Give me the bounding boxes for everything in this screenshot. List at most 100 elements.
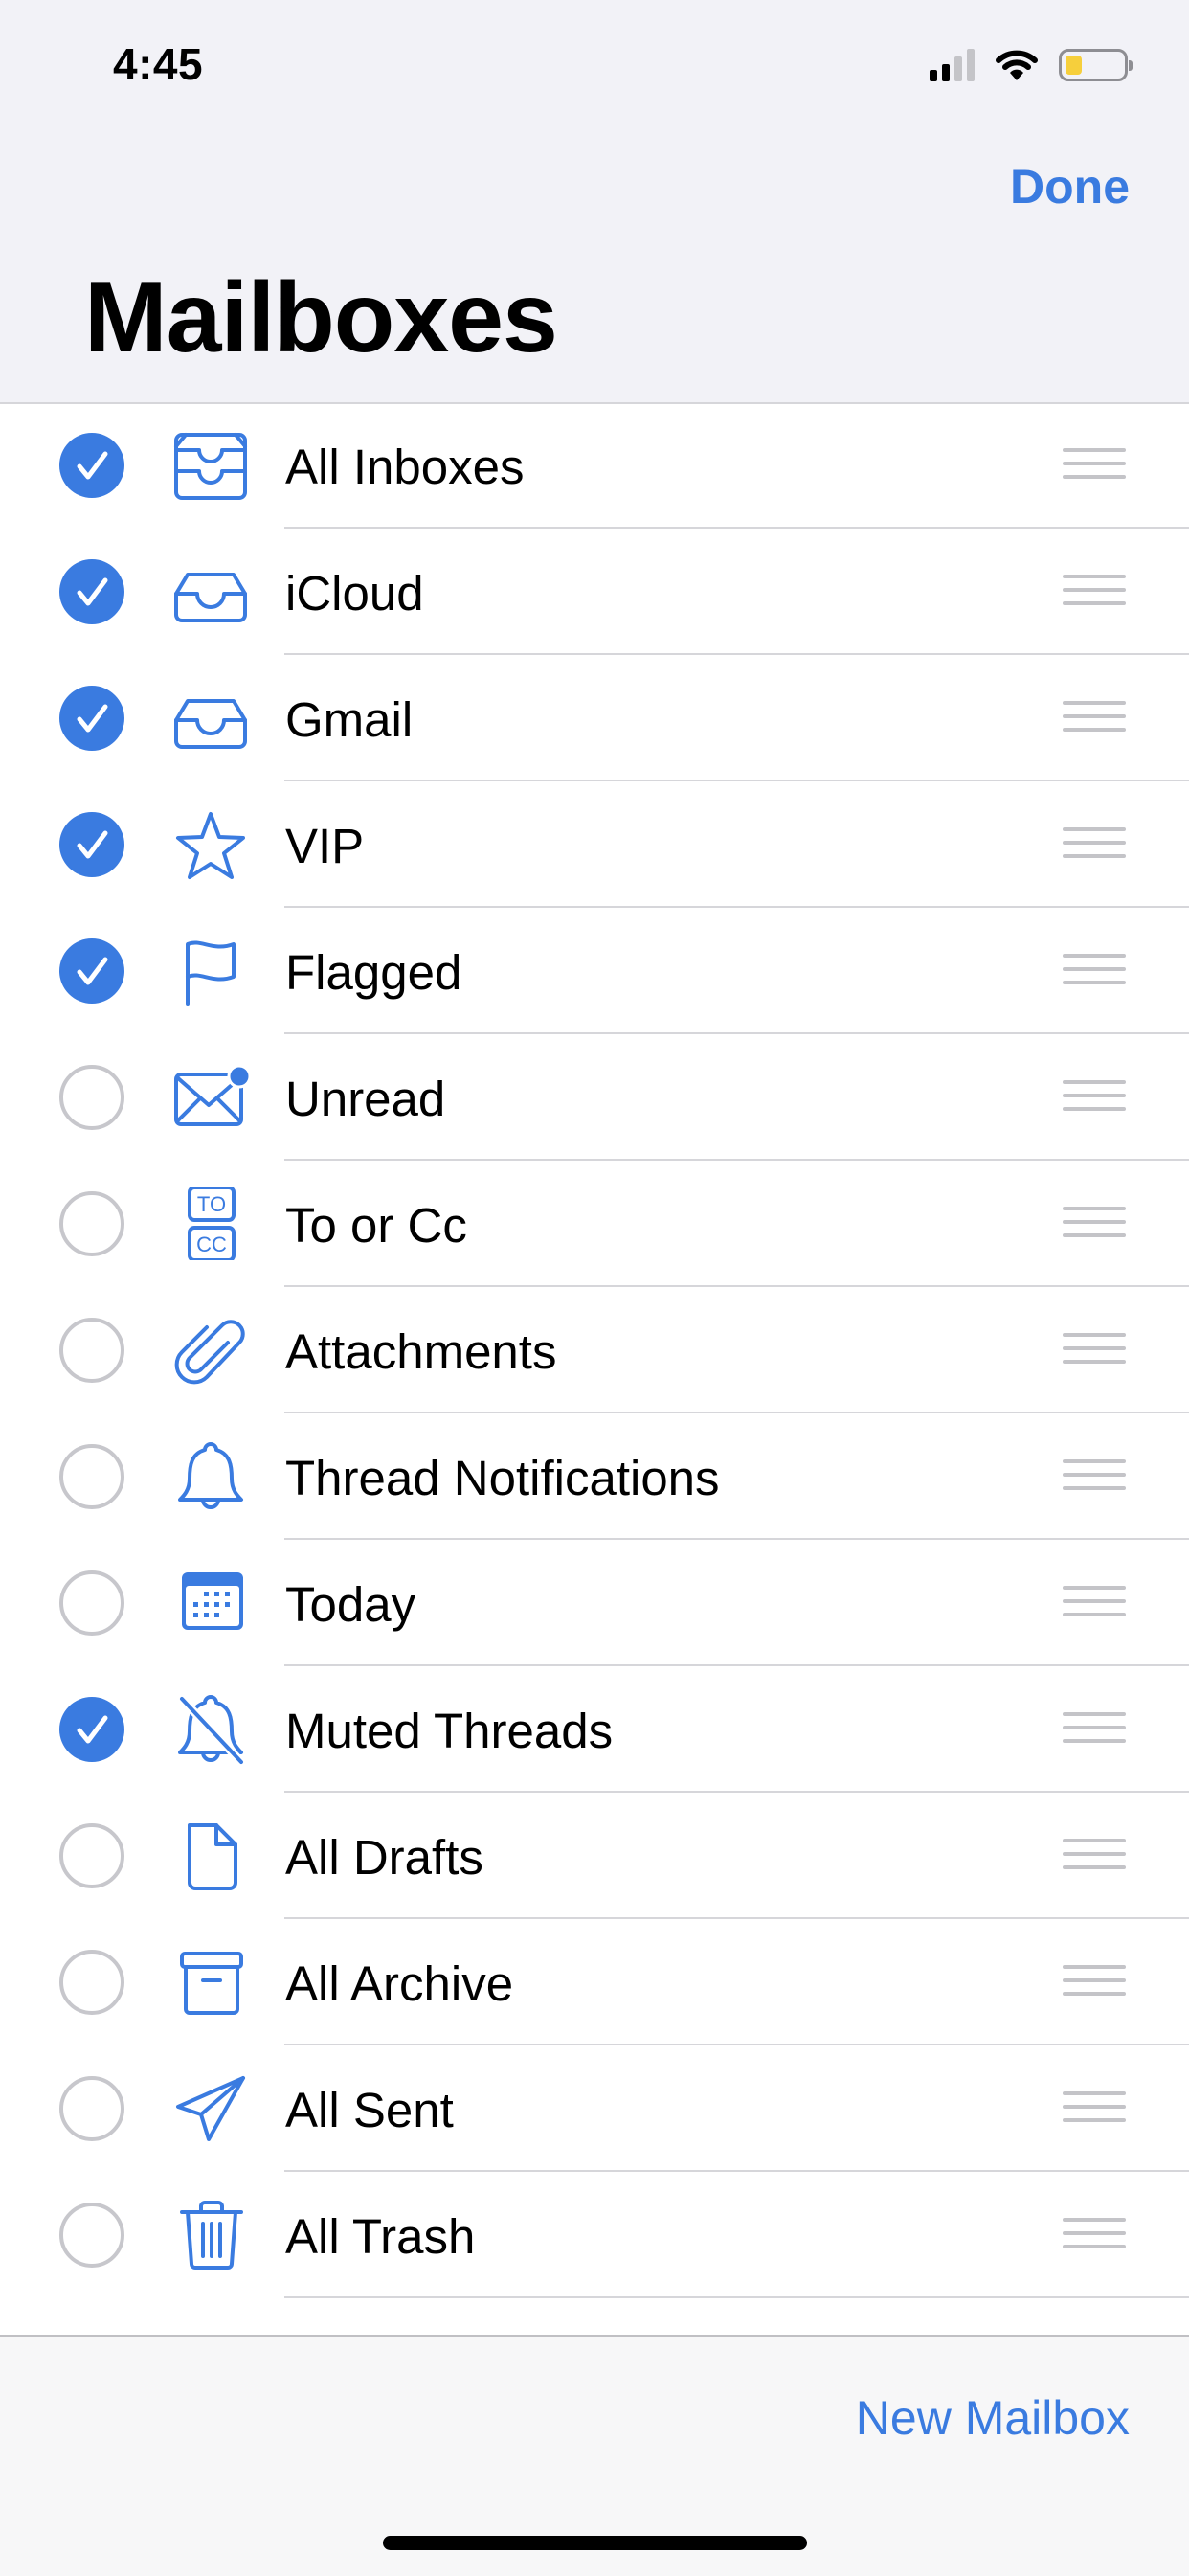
handle-line <box>1063 1739 1126 1743</box>
reorder-handle-icon[interactable] <box>1063 1839 1126 1871</box>
checkbox-unchecked[interactable] <box>59 1950 124 2015</box>
mailbox-row[interactable]: Today <box>0 1540 1189 1666</box>
new-mailbox-button[interactable]: New Mailbox <box>856 2390 1130 2446</box>
mailbox-row[interactable]: All Trash <box>0 2172 1189 2298</box>
reorder-handle-icon[interactable] <box>1063 575 1126 607</box>
checkbox-checked[interactable] <box>59 433 124 498</box>
reorder-handle-icon[interactable] <box>1063 701 1126 734</box>
battery-icon <box>1059 49 1133 81</box>
reorder-handle-icon[interactable] <box>1063 954 1126 986</box>
mailbox-row[interactable]: Thread Notifications <box>0 1413 1189 1540</box>
inbox-tray-icon <box>168 682 253 755</box>
checkbox-checked[interactable] <box>59 559 124 624</box>
mailbox-row[interactable]: VIP <box>0 781 1189 908</box>
inbox-tray-icon <box>168 555 253 628</box>
checkbox-checked[interactable] <box>59 686 124 751</box>
reorder-handle-icon[interactable] <box>1063 1712 1126 1745</box>
checkmark-icon <box>77 1715 108 1744</box>
handle-line <box>1063 2218 1126 2222</box>
handle-line <box>1063 981 1126 984</box>
checkbox-checked[interactable] <box>59 1697 124 1762</box>
battery-level <box>1066 56 1083 75</box>
mailbox-list: All Inboxes iCloud Gmail VIP Flagged Unrea… <box>0 402 1189 2298</box>
mailbox-label: All Drafts <box>285 1830 483 1885</box>
handle-line <box>1063 1486 1126 1490</box>
checkmark-icon <box>77 577 108 606</box>
handle-line <box>1063 1473 1126 1477</box>
checkbox-unchecked[interactable] <box>59 1823 124 1888</box>
reorder-handle-icon[interactable] <box>1063 1207 1126 1239</box>
mailbox-row[interactable]: Muted Threads <box>0 1666 1189 1793</box>
svg-text:TO: TO <box>197 1192 226 1216</box>
home-indicator[interactable] <box>383 2536 807 2550</box>
mailbox-row[interactable]: All Inboxes <box>0 402 1189 529</box>
checkbox-unchecked[interactable] <box>59 1191 124 1256</box>
document-icon <box>168 1819 253 1892</box>
handle-line <box>1063 954 1126 958</box>
mailbox-row[interactable]: All Drafts <box>0 1793 1189 1919</box>
svg-text:CC: CC <box>196 1232 227 1256</box>
handle-line <box>1063 1978 1126 1982</box>
checkbox-unchecked[interactable] <box>59 1570 124 1636</box>
handle-line <box>1063 448 1126 452</box>
reorder-handle-icon[interactable] <box>1063 1333 1126 1366</box>
handle-line <box>1063 1865 1126 1869</box>
mailbox-row[interactable]: Unread <box>0 1034 1189 1161</box>
mailbox-label: Gmail <box>285 692 414 747</box>
row-separator <box>284 2296 1189 2298</box>
handle-line <box>1063 1839 1126 1842</box>
mailbox-row[interactable]: TO CC To or Cc <box>0 1161 1189 1287</box>
handle-line <box>1063 1094 1126 1097</box>
checkbox-unchecked[interactable] <box>59 1318 124 1383</box>
flag-icon <box>168 935 253 1007</box>
mailbox-label: Muted Threads <box>285 1704 614 1758</box>
bell-slash-icon <box>168 1693 253 1766</box>
mailbox-row[interactable]: All Sent <box>0 2045 1189 2172</box>
calendar-icon <box>168 1567 253 1639</box>
reorder-handle-icon[interactable] <box>1063 1080 1126 1113</box>
checkbox-unchecked[interactable] <box>59 1065 124 1130</box>
reorder-handle-icon[interactable] <box>1063 1965 1126 1998</box>
reorder-handle-icon[interactable] <box>1063 1586 1126 1618</box>
mailbox-row[interactable]: Attachments <box>0 1287 1189 1413</box>
mailbox-row[interactable]: Flagged <box>0 908 1189 1034</box>
navigation-header: 4:45 Done Mailboxes <box>0 0 1189 404</box>
checkbox-unchecked[interactable] <box>59 1444 124 1509</box>
mailbox-label: Today <box>285 1577 416 1632</box>
bell-icon <box>168 1440 253 1513</box>
mailbox-label: All Inboxes <box>285 440 525 494</box>
handle-line <box>1063 2118 1126 2122</box>
signal-bar <box>954 56 962 81</box>
handle-line <box>1063 967 1126 971</box>
handle-line <box>1063 575 1126 578</box>
checkbox-unchecked[interactable] <box>59 2203 124 2268</box>
mailbox-label: Attachments <box>285 1324 557 1379</box>
reorder-handle-icon[interactable] <box>1063 448 1126 481</box>
handle-line <box>1063 601 1126 605</box>
handle-line <box>1063 827 1126 831</box>
handle-line <box>1063 2091 1126 2095</box>
reorder-handle-icon[interactable] <box>1063 1459 1126 1492</box>
handle-line <box>1063 2245 1126 2248</box>
cellular-signal-icon <box>930 49 975 81</box>
mailbox-label: VIP <box>285 819 365 873</box>
mailbox-row[interactable]: Gmail <box>0 655 1189 781</box>
handle-line <box>1063 475 1126 479</box>
checkbox-unchecked[interactable] <box>59 2076 124 2141</box>
done-button[interactable]: Done <box>1010 159 1130 215</box>
handle-line <box>1063 1360 1126 1364</box>
checkbox-checked[interactable] <box>59 938 124 1004</box>
handle-line <box>1063 1346 1126 1350</box>
mailbox-label: All Archive <box>285 1956 514 2011</box>
checkbox-checked[interactable] <box>59 812 124 877</box>
mailbox-row[interactable]: iCloud <box>0 529 1189 655</box>
status-icons <box>930 44 1133 86</box>
handle-line <box>1063 588 1126 592</box>
reorder-handle-icon[interactable] <box>1063 827 1126 860</box>
handle-line <box>1063 1726 1126 1729</box>
handle-line <box>1063 1207 1126 1210</box>
reorder-handle-icon[interactable] <box>1063 2091 1126 2124</box>
status-time: 4:45 <box>113 39 204 89</box>
mailbox-row[interactable]: All Archive <box>0 1919 1189 2045</box>
reorder-handle-icon[interactable] <box>1063 2218 1126 2250</box>
